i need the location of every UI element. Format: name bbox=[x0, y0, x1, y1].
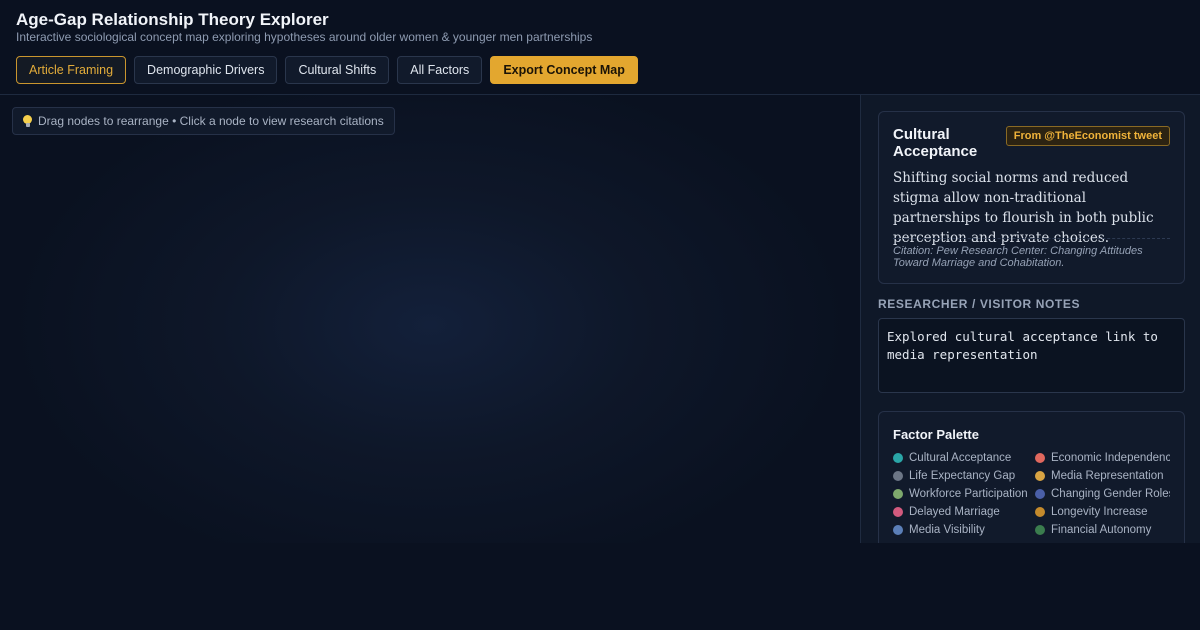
palette-item[interactable]: Longevity Increase bbox=[1035, 503, 1170, 521]
factor-title: Cultural Acceptance bbox=[893, 126, 978, 160]
palette-item-label: Cultural Acceptance bbox=[909, 452, 1012, 464]
palette-item[interactable]: Cultural Acceptance bbox=[893, 449, 1035, 467]
palette-item[interactable]: Changing Gender Roles bbox=[1035, 485, 1170, 503]
palette-item-label: Financial Autonomy bbox=[1051, 524, 1152, 536]
color-dot-icon bbox=[1035, 471, 1045, 481]
article-framing-button[interactable]: Article Framing bbox=[16, 56, 127, 84]
color-dot-icon bbox=[1035, 507, 1045, 517]
export-concept-map-button[interactable]: Export Concept Map bbox=[490, 56, 638, 84]
notes-textarea[interactable]: Explored cultural acceptance link to med… bbox=[878, 318, 1185, 393]
source-badge: From @TheEconomist tweet bbox=[1005, 126, 1170, 146]
app-title: Age-Gap Relationship Theory Explorer bbox=[16, 10, 329, 29]
palette-item[interactable]: Delayed Marriage bbox=[893, 503, 1035, 521]
lightbulb-icon bbox=[23, 115, 32, 127]
palette-item-label: Life Expectancy Gap bbox=[909, 470, 1016, 482]
palette-title: Factor Palette bbox=[893, 427, 979, 442]
notes-label: RESEARCHER / VISITOR NOTES bbox=[878, 297, 1081, 311]
filter-toolbar: Article Framing Demographic Drivers Cult… bbox=[16, 56, 638, 84]
color-dot-icon bbox=[893, 507, 903, 517]
palette-item[interactable]: Financial Autonomy bbox=[1035, 521, 1170, 539]
cultural-shifts-button[interactable]: Cultural Shifts bbox=[285, 56, 390, 84]
factor-palette: Factor Palette Cultural Acceptance Econom… bbox=[878, 411, 1185, 543]
palette-item[interactable]: Life Expectancy Gap bbox=[893, 467, 1035, 485]
canvas-hint: Drag nodes to rearrange • Click a node t… bbox=[12, 107, 395, 135]
canvas-hint-text: Drag nodes to rearrange • Click a node t… bbox=[38, 114, 384, 128]
color-dot-icon bbox=[893, 525, 903, 535]
factor-detail-card: Cultural Acceptance From @TheEconomist t… bbox=[878, 111, 1185, 284]
color-dot-icon bbox=[1035, 453, 1045, 463]
app-header: Age-Gap Relationship Theory Explorer Int… bbox=[0, 0, 1200, 95]
palette-item[interactable]: Media Visibility bbox=[893, 521, 1035, 539]
factor-citation: Citation: Pew Research Center: Changing … bbox=[893, 245, 1143, 269]
palette-item-label: Economic Independence bbox=[1051, 452, 1170, 464]
palette-item-label: Delayed Marriage bbox=[909, 506, 1000, 518]
palette-item[interactable]: Workforce Participation bbox=[893, 485, 1035, 503]
concept-map-canvas[interactable]: Drag nodes to rearrange • Click a node t… bbox=[0, 95, 860, 543]
palette-item-label: Changing Gender Roles bbox=[1051, 488, 1170, 500]
palette-item[interactable]: Media Representation bbox=[1035, 467, 1170, 485]
color-dot-icon bbox=[893, 453, 903, 463]
detail-sidebar: Cultural Acceptance From @TheEconomist t… bbox=[860, 95, 1200, 543]
palette-item-label: Media Representation bbox=[1051, 470, 1164, 482]
page-footer-area bbox=[0, 543, 1200, 630]
palette-item-label: Media Visibility bbox=[909, 524, 985, 536]
all-factors-button[interactable]: All Factors bbox=[397, 56, 483, 84]
palette-item-label: Workforce Participation bbox=[909, 488, 1028, 500]
palette-item[interactable]: Economic Independence bbox=[1035, 449, 1170, 467]
palette-grid: Cultural Acceptance Economic Independence… bbox=[893, 449, 1170, 539]
color-dot-icon bbox=[1035, 525, 1045, 535]
app-subtitle: Interactive sociological concept map exp… bbox=[16, 30, 593, 44]
palette-item-label: Longevity Increase bbox=[1051, 506, 1148, 518]
demographic-drivers-button[interactable]: Demographic Drivers bbox=[134, 56, 278, 84]
color-dot-icon bbox=[1035, 489, 1045, 499]
color-dot-icon bbox=[893, 489, 903, 499]
card-divider bbox=[893, 238, 1170, 239]
factor-description: Shifting social norms and reduced stigma… bbox=[893, 170, 1154, 246]
color-dot-icon bbox=[893, 471, 903, 481]
